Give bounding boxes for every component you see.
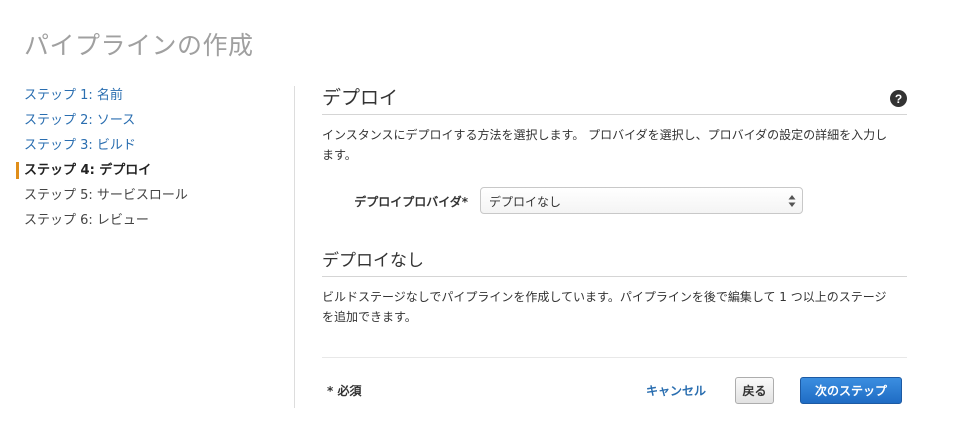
step-2-link[interactable]: ステップ 2: ソース xyxy=(16,108,286,133)
back-button[interactable]: 戻る xyxy=(735,377,774,404)
sidebar-divider xyxy=(294,86,295,408)
cancel-link[interactable]: キャンセル xyxy=(646,382,706,399)
step-1-link[interactable]: ステップ 1: 名前 xyxy=(16,83,286,108)
page-title: パイプラインの作成 xyxy=(24,31,254,60)
no-deploy-section: デプロイなし ビルドステージなしでパイプラインを作成しています。パイプラインを後… xyxy=(322,247,907,327)
question-circle-icon[interactable]: ? xyxy=(890,90,907,107)
main-panel: デプロイ ? インスタンスにデプロイする方法を選択します。 プロバイダを選択し、… xyxy=(322,84,907,324)
step-3-link[interactable]: ステップ 3: ビルド xyxy=(16,133,286,158)
deploy-provider-select[interactable]: デプロイなし xyxy=(480,187,803,214)
svg-text:?: ? xyxy=(895,92,902,106)
deploy-description: インスタンスにデプロイする方法を選択します。 プロバイダを選択し、プロバイダの設… xyxy=(322,128,888,162)
step-6-pending: ステップ 6: レビュー xyxy=(24,213,149,228)
deploy-section-title: デプロイ xyxy=(322,87,399,109)
no-deploy-description: ビルドステージなしでパイプラインを作成しています。パイプラインを後で編集して 1… xyxy=(322,290,887,324)
required-note: * 必須 xyxy=(327,384,362,398)
step-4-current: ステップ 4: デプロイ xyxy=(16,158,286,183)
no-deploy-section-header: デプロイなし xyxy=(322,247,907,277)
deploy-provider-row: デプロイプロバイダ* デプロイなし xyxy=(322,187,907,215)
next-step-button[interactable]: 次のステップ xyxy=(800,377,902,404)
deploy-section-header: デプロイ ? xyxy=(322,84,907,115)
deploy-provider-value: デプロイなし xyxy=(489,195,562,209)
wizard-steps-nav: ステップ 1: 名前 ステップ 2: ソース ステップ 3: ビルド ステップ … xyxy=(16,83,286,233)
step-5-pending: ステップ 5: サービスロール xyxy=(24,188,188,203)
footer-divider xyxy=(322,357,907,358)
deploy-provider-label: デプロイプロバイダ* xyxy=(354,195,468,209)
select-updown-icon xyxy=(788,195,796,207)
no-deploy-section-title: デプロイなし xyxy=(322,251,424,271)
